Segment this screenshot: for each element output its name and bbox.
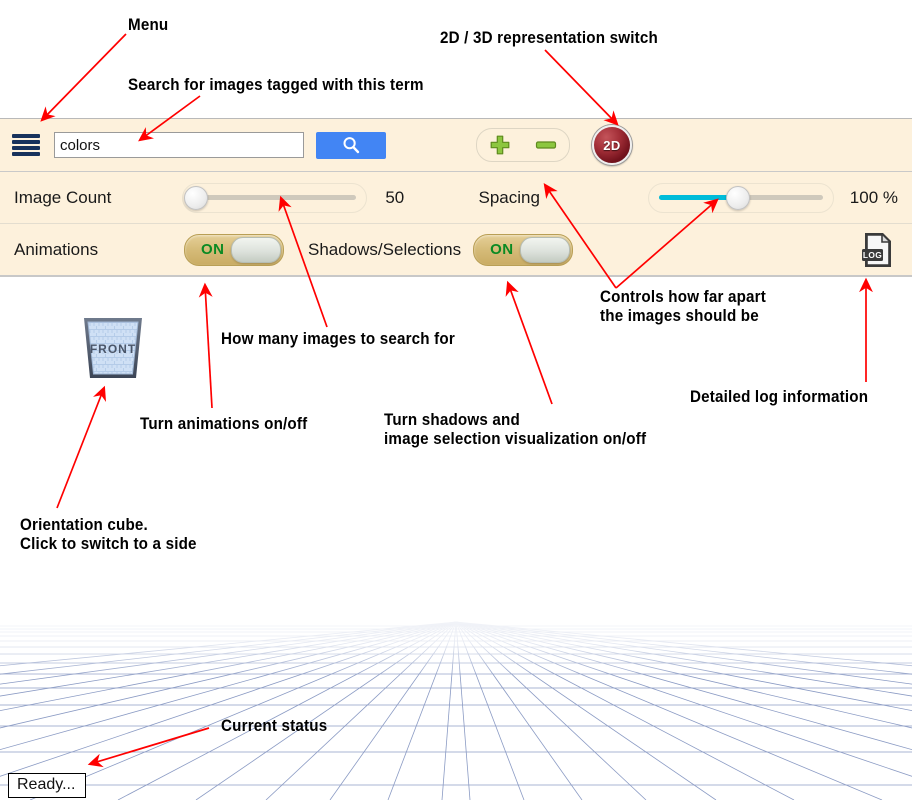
zoom-buttons-group	[476, 128, 570, 162]
app-root: FRONT colors 2D Image Count 50 Spacing 1…	[0, 0, 912, 800]
log-button[interactable]: LOG	[858, 230, 898, 270]
orientation-cube-face-label: FRONT	[90, 342, 136, 356]
annotation-label-log: Detailed log information	[690, 388, 869, 406]
status-bar: Ready...	[8, 773, 87, 798]
hamburger-bar	[12, 140, 40, 144]
annotation-label-menu: Menu	[128, 16, 169, 34]
hamburger-bar	[12, 152, 40, 156]
shadows-toggle-knob[interactable]	[520, 236, 571, 263]
annotation-label-spacing: Controls how far apart the images should…	[600, 288, 766, 325]
annotation-label-animations: Turn animations on/off	[140, 415, 308, 433]
spacing-label: Spacing	[478, 187, 540, 207]
shadows-arrow	[505, 280, 553, 405]
minus-icon	[535, 141, 557, 149]
cube-arrow	[56, 385, 107, 509]
switch-arrow	[544, 49, 619, 126]
image-count-slider-track[interactable]	[183, 185, 357, 210]
annotation-label-imagecount: How many images to search for	[221, 330, 455, 348]
3d-grid-floor	[0, 600, 912, 800]
annotation-label-switch2d3d: 2D / 3D representation switch	[440, 29, 658, 47]
orientation-cube[interactable]: FRONT	[74, 312, 152, 384]
shadows-toggle[interactable]: ON	[473, 233, 574, 266]
animations-toggle-state: ON	[201, 241, 225, 258]
plus-icon	[490, 135, 510, 155]
image-count-slider[interactable]	[181, 182, 368, 213]
control-panel: 2D Image Count 50 Spacing 100 %	[0, 118, 912, 277]
annotation-label-search: Search for images tagged with this term	[128, 76, 424, 94]
shadows-label: Shadows/Selections	[308, 239, 462, 259]
log-file-icon: LOG	[862, 232, 891, 267]
search-input[interactable]	[54, 132, 304, 158]
annotation-label-shadows: Turn shadows and image selection visuali…	[384, 411, 647, 448]
spacing-value: 100 %	[849, 187, 898, 207]
sliders-row: Image Count 50 Spacing 100 %	[0, 171, 912, 223]
search-button[interactable]	[316, 131, 386, 159]
zoom-in-button[interactable]	[488, 133, 512, 157]
animations-toggle-knob[interactable]	[231, 236, 281, 263]
shadows-toggle-state: ON	[490, 241, 514, 258]
spacing-slider[interactable]	[648, 182, 834, 213]
image-count-label: Image Count	[14, 187, 112, 207]
animations-toggle[interactable]: ON	[184, 233, 284, 266]
status-bar-text: Ready...	[17, 776, 76, 793]
animations-label: Animations	[14, 239, 99, 259]
toggles-row: Animations ON Shadows/Selections ON LOG	[0, 223, 912, 275]
zoom-out-button[interactable]	[534, 138, 558, 152]
grid-floor-svg	[0, 600, 912, 800]
dimension-switch-button[interactable]: 2D	[592, 125, 632, 165]
search-icon	[343, 137, 360, 154]
animations-arrow	[198, 282, 213, 409]
orientation-cube-icon: FRONT	[84, 318, 142, 378]
dimension-switch-label: 2D	[603, 137, 621, 153]
hamburger-menu-icon[interactable]	[12, 134, 40, 156]
search-row: 2D	[0, 119, 912, 171]
hamburger-bar	[12, 134, 40, 138]
image-count-slider-knob[interactable]	[183, 185, 208, 210]
hamburger-bar	[12, 146, 40, 150]
spacing-slider-knob[interactable]	[725, 185, 750, 210]
annotation-label-cube: Orientation cube. Click to switch to a s…	[20, 516, 197, 553]
menu-arrow	[40, 33, 127, 122]
spacing-slider-track[interactable]	[659, 185, 823, 210]
image-count-value: 50	[385, 187, 405, 207]
log-icon-badge-label: LOG	[863, 250, 882, 260]
